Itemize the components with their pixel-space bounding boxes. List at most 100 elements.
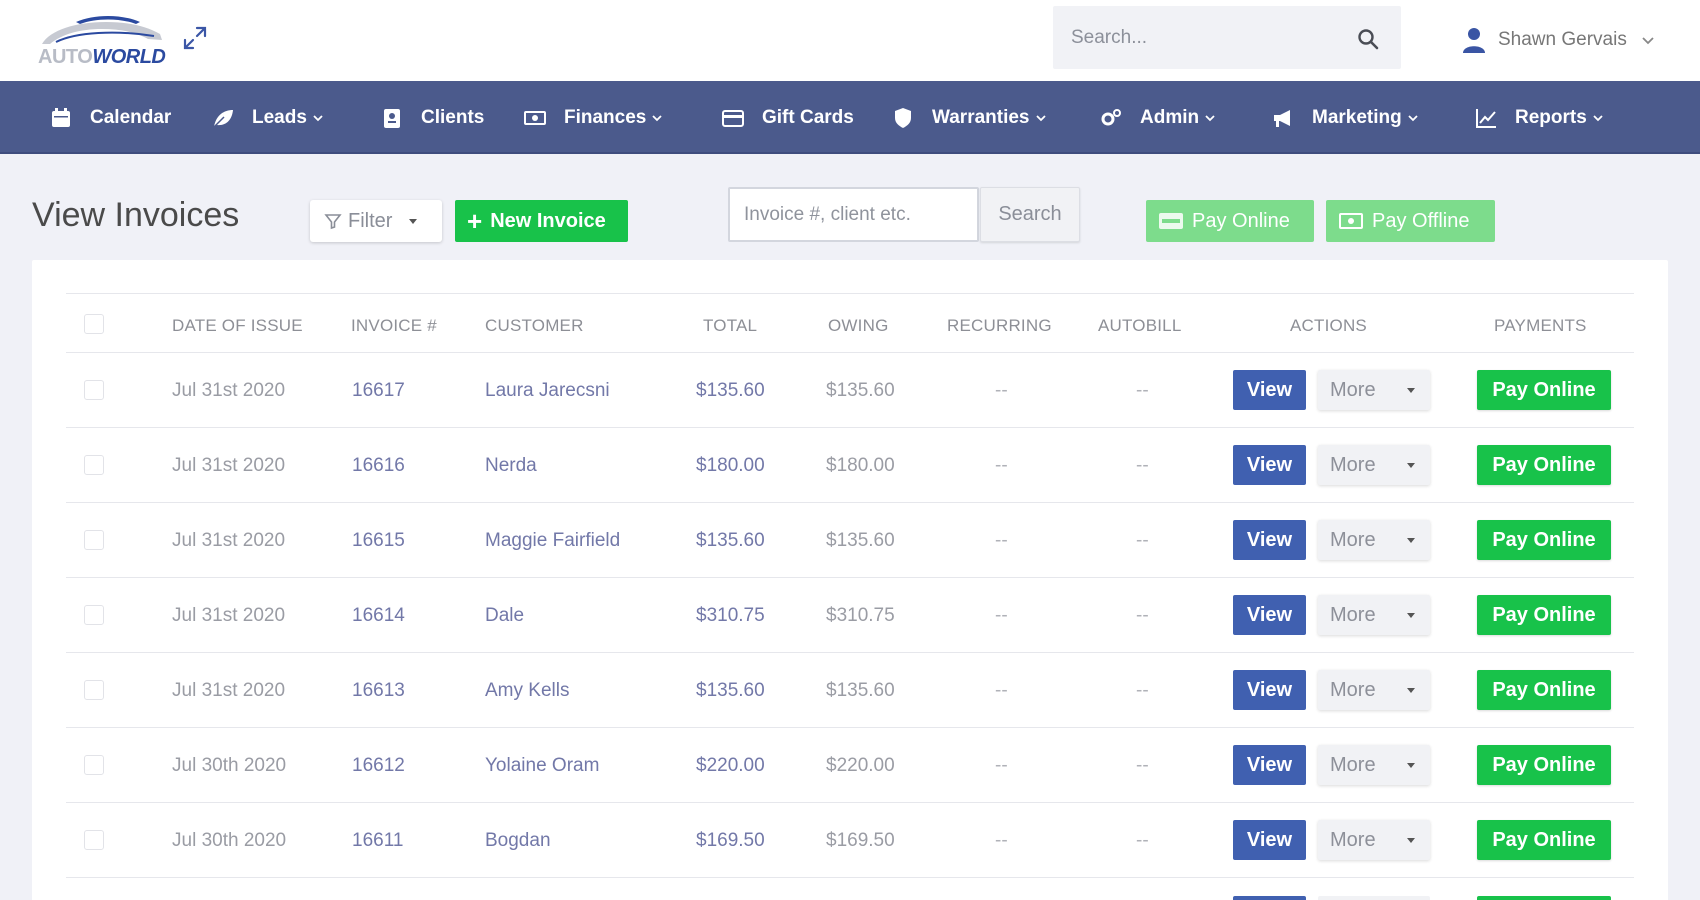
view-button[interactable]: View bbox=[1233, 445, 1306, 485]
visa-card-icon bbox=[1159, 213, 1183, 229]
caret-down-icon bbox=[1407, 463, 1415, 468]
more-dropdown-button[interactable]: More bbox=[1318, 445, 1430, 485]
nav-label-marketing: Marketing bbox=[1312, 106, 1402, 128]
column-header-autobill[interactable]: AUTOBILL bbox=[1098, 316, 1182, 336]
caret-down-icon bbox=[1407, 613, 1415, 618]
more-dropdown-button[interactable]: More bbox=[1318, 820, 1430, 860]
cell-customer[interactable]: Bogdan bbox=[485, 830, 551, 852]
nav-item-reports[interactable]: Reports bbox=[1475, 81, 1604, 154]
row-checkbox[interactable] bbox=[84, 455, 104, 475]
invoice-search-input[interactable] bbox=[744, 201, 970, 229]
row-checkbox[interactable] bbox=[84, 605, 104, 625]
cell-invoice-number[interactable]: 16615 bbox=[352, 530, 405, 552]
global-search-input[interactable] bbox=[1071, 24, 1341, 52]
expand-icon[interactable] bbox=[181, 24, 209, 52]
row-checkbox[interactable] bbox=[84, 680, 104, 700]
view-button[interactable]: View bbox=[1233, 595, 1306, 635]
row-checkbox[interactable] bbox=[84, 830, 104, 850]
more-dropdown-button-partial[interactable] bbox=[1318, 896, 1430, 900]
column-header-invoice[interactable]: INVOICE # bbox=[351, 316, 437, 336]
nav-item-clients[interactable]: Clients bbox=[381, 81, 484, 154]
search-icon[interactable] bbox=[1357, 28, 1379, 50]
cell-invoice-number[interactable]: 16614 bbox=[352, 605, 405, 627]
cell-owing: $220.00 bbox=[826, 755, 895, 776]
gears-icon bbox=[1101, 108, 1121, 125]
nav-item-marketing[interactable]: Marketing bbox=[1272, 81, 1419, 154]
more-label: More bbox=[1330, 603, 1376, 626]
nav-label-warranties: Warranties bbox=[932, 106, 1030, 128]
more-dropdown-button[interactable]: More bbox=[1318, 520, 1430, 560]
global-search bbox=[1053, 6, 1401, 69]
more-dropdown-button[interactable]: More bbox=[1318, 370, 1430, 410]
cell-autobill: -- bbox=[1136, 605, 1149, 626]
nav-item-warranties[interactable]: Warranties bbox=[892, 81, 1047, 154]
row-checkbox[interactable] bbox=[84, 380, 104, 400]
pay-online-row-button[interactable]: Pay Online bbox=[1477, 595, 1611, 635]
new-invoice-button[interactable]: + New Invoice bbox=[455, 200, 628, 242]
row-checkbox[interactable] bbox=[84, 755, 104, 775]
pay-online-row-button[interactable]: Pay Online bbox=[1477, 670, 1611, 710]
column-header-payments: PAYMENTS bbox=[1494, 316, 1587, 335]
cell-invoice-number[interactable]: 16613 bbox=[352, 680, 405, 702]
pay-online-row-button[interactable]: Pay Online bbox=[1477, 520, 1611, 560]
column-header-owing[interactable]: OWING bbox=[828, 316, 889, 336]
cell-customer[interactable]: Nerda bbox=[485, 455, 537, 477]
row-checkbox[interactable] bbox=[84, 530, 104, 550]
cell-invoice-number[interactable]: 16617 bbox=[352, 380, 405, 402]
view-button[interactable]: View bbox=[1233, 520, 1306, 560]
cell-customer[interactable]: Amy Kells bbox=[485, 680, 569, 702]
nav-label-admin: Admin bbox=[1140, 106, 1200, 128]
cell-customer[interactable]: Laura Jarecsni bbox=[485, 380, 610, 402]
caret-down-icon bbox=[1407, 838, 1415, 843]
pay-online-row-button[interactable]: Pay Online bbox=[1477, 820, 1611, 860]
pay-online-row-button[interactable]: Pay Online bbox=[1477, 370, 1611, 410]
more-dropdown-button[interactable]: More bbox=[1318, 745, 1430, 785]
plus-icon: + bbox=[467, 206, 483, 236]
more-label: More bbox=[1330, 378, 1376, 401]
filter-button[interactable]: Filter bbox=[310, 200, 442, 242]
nav-item-admin[interactable]: Admin bbox=[1100, 81, 1216, 154]
column-header-customer[interactable]: CUSTOMER bbox=[485, 316, 584, 336]
invoice-search-button[interactable]: Search bbox=[980, 187, 1080, 242]
table-divider bbox=[66, 877, 1634, 878]
view-button[interactable]: View bbox=[1233, 820, 1306, 860]
nav-item-finances[interactable]: Finances bbox=[524, 81, 663, 154]
pay-offline-button[interactable]: Pay Offline bbox=[1326, 200, 1495, 242]
chevron-down-icon bbox=[1408, 114, 1418, 121]
nav-item-calendar[interactable]: Calendar bbox=[50, 81, 171, 154]
line-chart-icon bbox=[1476, 108, 1496, 128]
filter-icon bbox=[324, 214, 342, 230]
column-header-date[interactable]: DATE OF ISSUE bbox=[172, 316, 303, 336]
user-menu[interactable]: Shawn Gervais bbox=[1462, 24, 1655, 56]
cell-invoice-number[interactable]: 16612 bbox=[352, 755, 405, 777]
autoworld-logo[interactable]: AUTOWORLD bbox=[36, 12, 168, 68]
view-button-partial[interactable] bbox=[1233, 896, 1306, 900]
cell-invoice-number[interactable]: 16616 bbox=[352, 455, 405, 477]
new-invoice-label: New Invoice bbox=[490, 209, 606, 232]
bullhorn-icon bbox=[1274, 109, 1290, 127]
nav-label-calendar: Calendar bbox=[90, 106, 172, 128]
cell-customer[interactable]: Dale bbox=[485, 605, 524, 627]
pay-online-row-button-partial[interactable] bbox=[1477, 896, 1611, 900]
cell-invoice-number[interactable]: 16611 bbox=[352, 830, 403, 852]
table-divider bbox=[66, 802, 1634, 803]
table-divider bbox=[66, 352, 1634, 353]
view-button[interactable]: View bbox=[1233, 370, 1306, 410]
view-button[interactable]: View bbox=[1233, 745, 1306, 785]
cell-recurring: -- bbox=[995, 605, 1008, 626]
more-dropdown-button[interactable]: More bbox=[1318, 670, 1430, 710]
cell-customer[interactable]: Yolaine Oram bbox=[485, 755, 599, 777]
column-header-recurring[interactable]: RECURRING bbox=[947, 316, 1052, 336]
nav-item-leads[interactable]: Leads bbox=[212, 81, 324, 154]
pay-online-row-button[interactable]: Pay Online bbox=[1477, 445, 1611, 485]
caret-down-icon bbox=[1407, 388, 1415, 393]
more-label: More bbox=[1330, 528, 1376, 551]
select-all-checkbox[interactable] bbox=[84, 314, 104, 334]
nav-item-gift-cards[interactable]: Gift Cards bbox=[722, 81, 854, 154]
pay-online-button[interactable]: Pay Online bbox=[1146, 200, 1314, 242]
cell-customer[interactable]: Maggie Fairfield bbox=[485, 530, 620, 552]
view-button[interactable]: View bbox=[1233, 670, 1306, 710]
more-dropdown-button[interactable]: More bbox=[1318, 595, 1430, 635]
column-header-total[interactable]: TOTAL bbox=[703, 316, 757, 336]
pay-online-row-button[interactable]: Pay Online bbox=[1477, 745, 1611, 785]
